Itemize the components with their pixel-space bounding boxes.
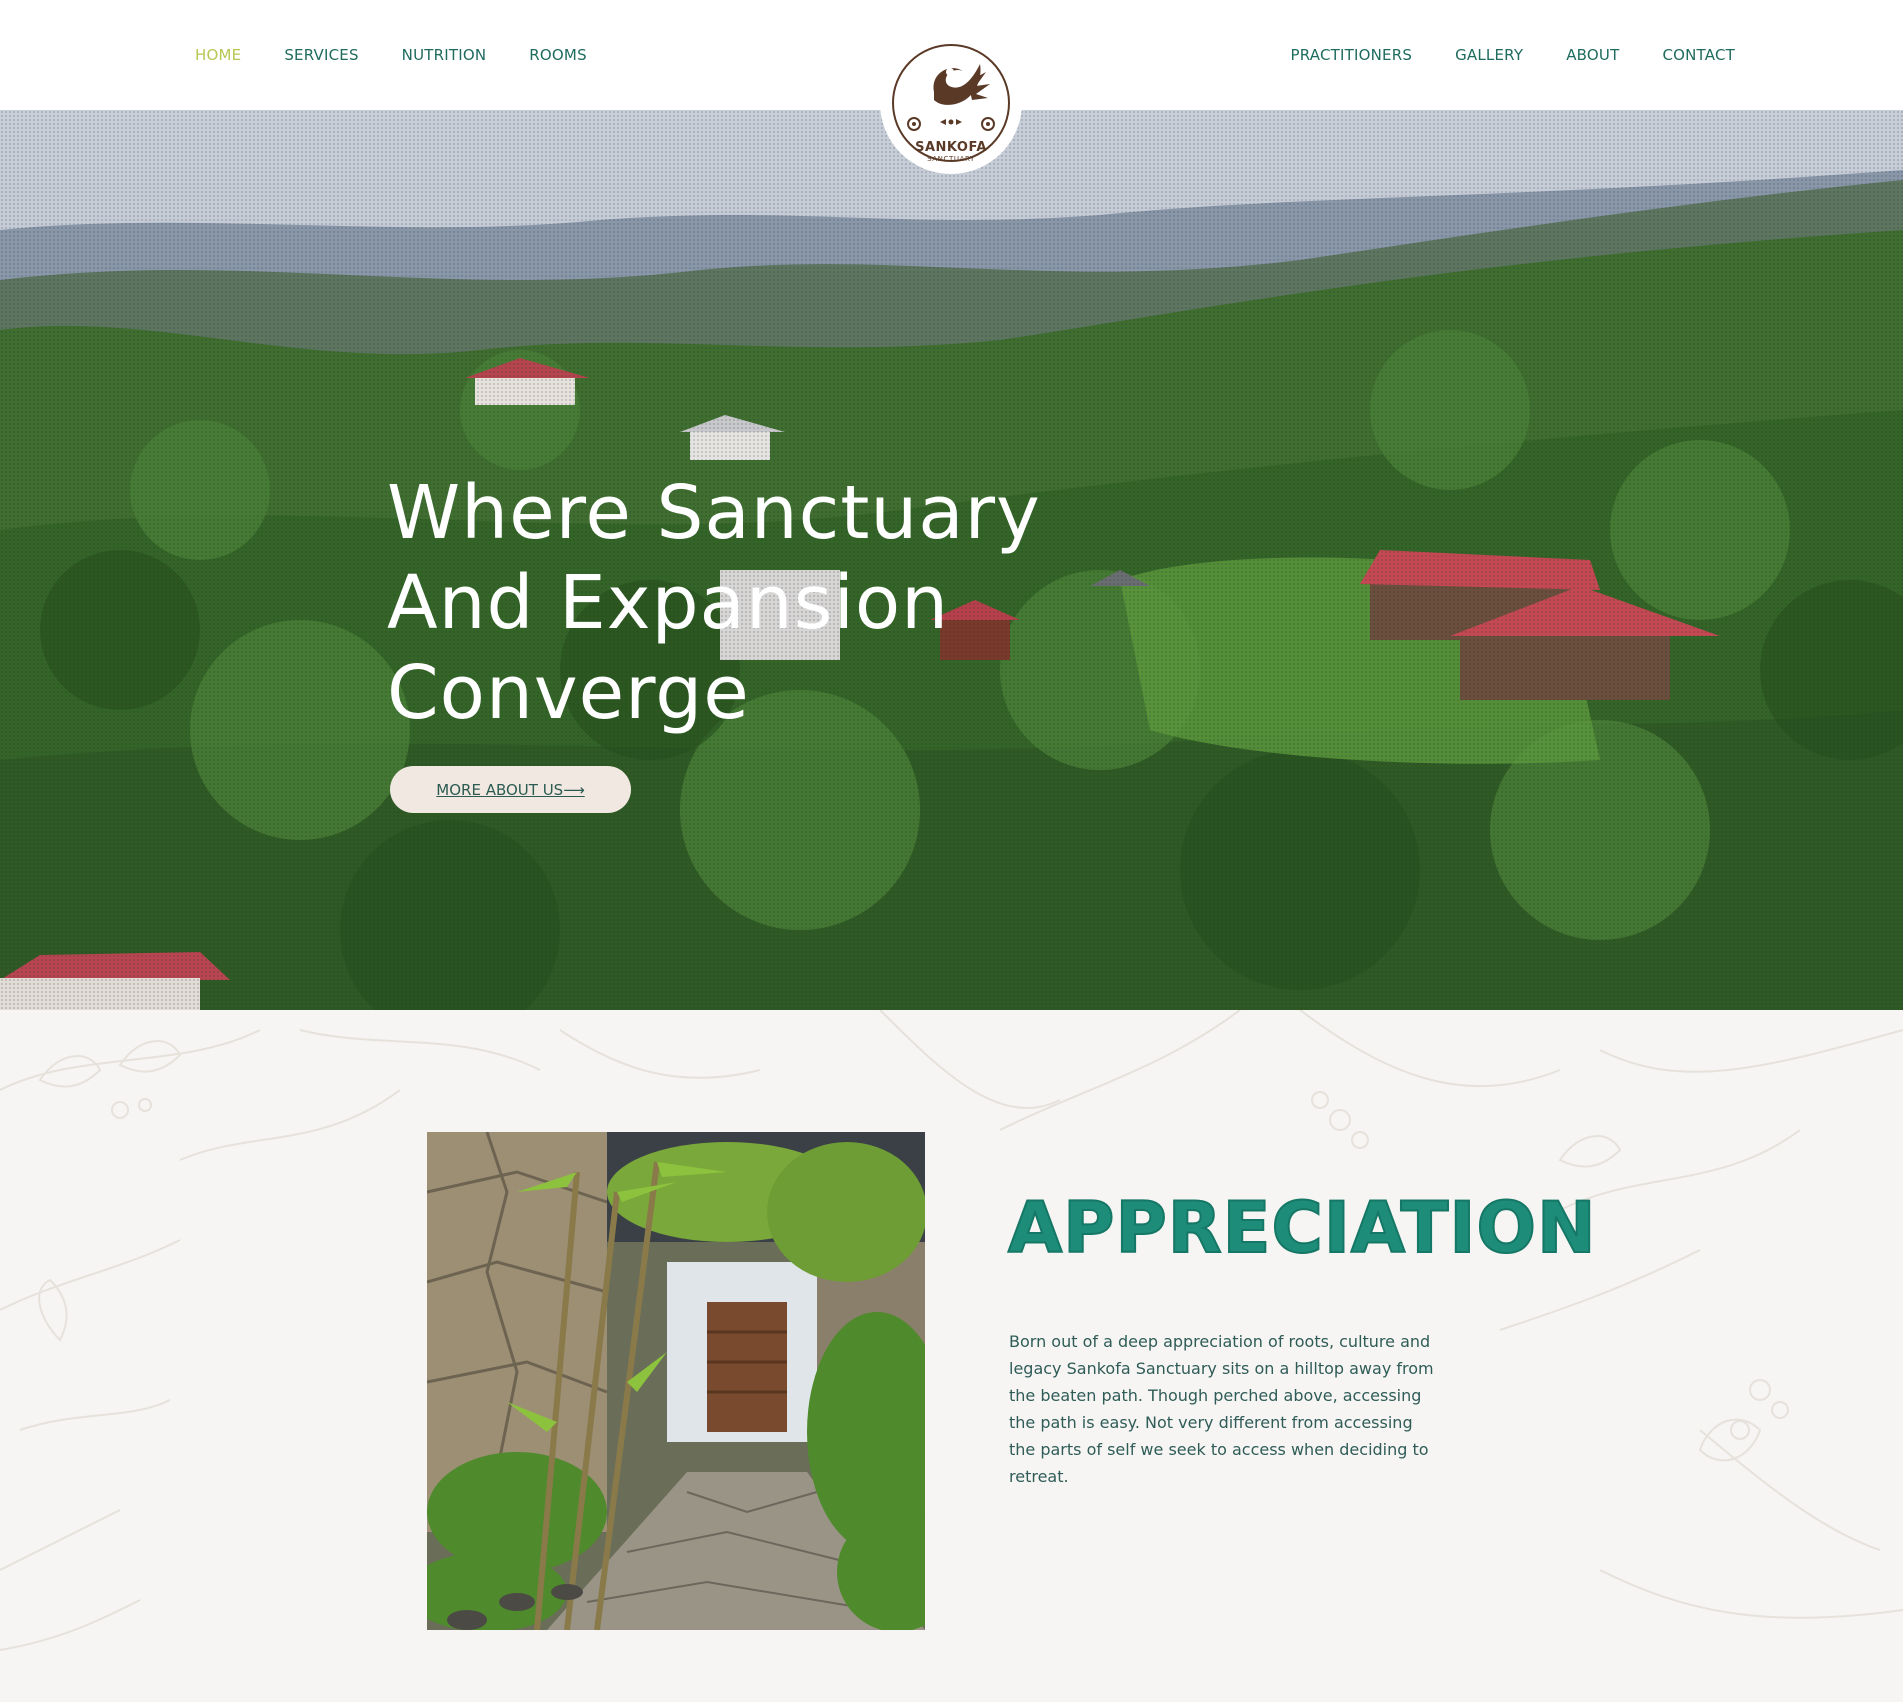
nav-right: PRACTITIONERS GALLERY ABOUT CONTACT [1248, 46, 1735, 64]
hero-section: Where Sanctuary And Expansion Converge M… [0, 110, 1903, 1010]
appreciation-body: Born out of a deep appreciation of roots… [1009, 1332, 1434, 1486]
hero-title-line-3: Converge [387, 650, 750, 736]
more-about-us-button[interactable]: MORE ABOUT US⟶ [390, 766, 631, 813]
nav-left: HOME SERVICES NUTRITION ROOMS [195, 46, 630, 64]
logo-wordmark: SANKOFA [915, 140, 987, 155]
hero-title-line-1: Where Sanctuary [387, 470, 1041, 556]
hero-title: Where Sanctuary And Expansion Converge [387, 468, 1147, 738]
entrance-garden-photo [427, 1132, 925, 1630]
appreciation-heading: APPRECIATION [1007, 1187, 1597, 1269]
hero-title-line-2: And Expansion [387, 560, 950, 646]
nav-nutrition[interactable]: NUTRITION [402, 46, 487, 64]
nav-contact[interactable]: CONTACT [1662, 46, 1735, 64]
nav-home[interactable]: HOME [195, 46, 241, 64]
site-logo[interactable]: SANKOFA SANCTUARY [880, 32, 1022, 174]
nav-about[interactable]: ABOUT [1566, 46, 1619, 64]
logo-subtitle: SANCTUARY [927, 155, 975, 163]
botanical-background-pattern [0, 1010, 1903, 1651]
nav-gallery[interactable]: GALLERY [1455, 46, 1523, 64]
nav-services[interactable]: SERVICES [284, 46, 358, 64]
nav-rooms[interactable]: ROOMS [529, 46, 587, 64]
nav-practitioners[interactable]: PRACTITIONERS [1291, 46, 1413, 64]
appreciation-section: APPRECIATION Born out of a deep apprecia… [0, 1010, 1903, 1702]
